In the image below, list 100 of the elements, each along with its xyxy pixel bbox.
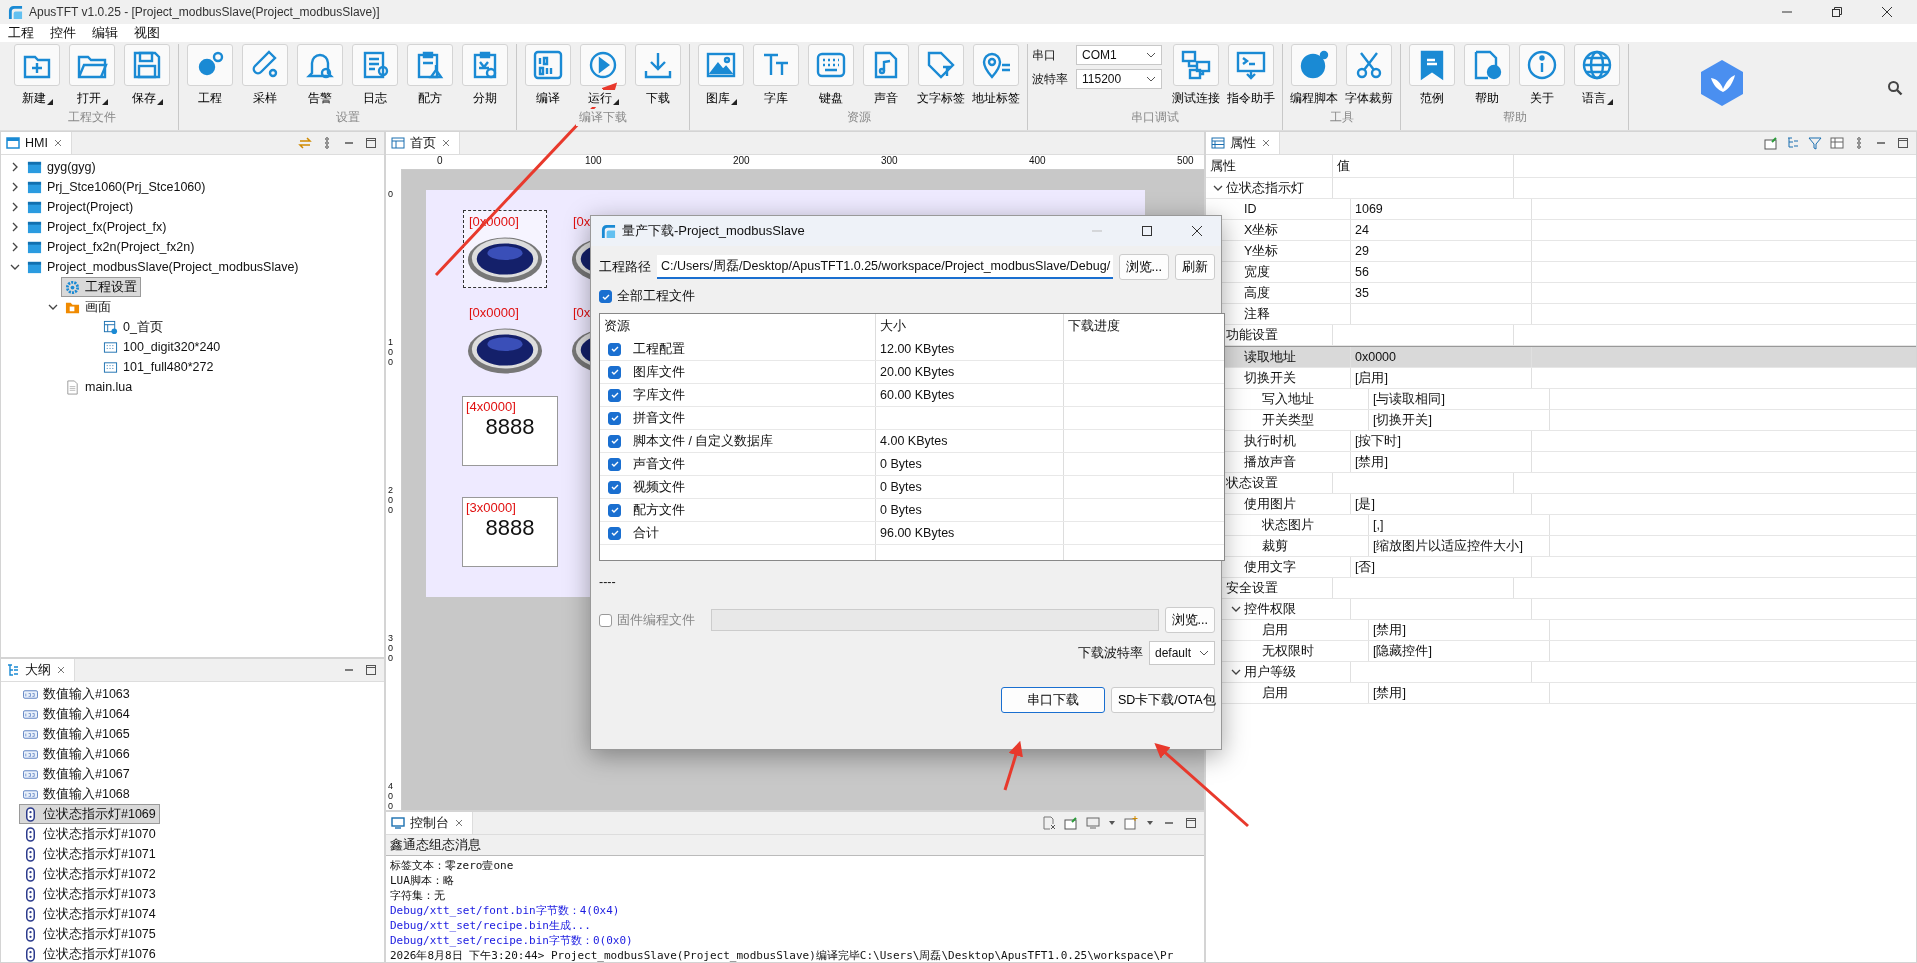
property-name: 切换开关 — [1244, 369, 1296, 387]
property-value: [与读取相同] — [1373, 390, 1445, 408]
table-cell: 图库文件 — [633, 363, 685, 381]
table-cell: 96.00 KBytes — [880, 526, 955, 540]
table-cell: 视频文件 — [633, 478, 685, 496]
field-label: 下载波特率 — [1078, 644, 1143, 662]
table-cell: 字库文件 — [633, 386, 685, 404]
property-name: 高度 — [1244, 284, 1270, 302]
property-name: 控件权限 — [1244, 600, 1296, 618]
property-name: 写入地址 — [1262, 390, 1314, 408]
property-value: [切换开关] — [1373, 411, 1432, 429]
console-line: 标签文本：零zero壹one — [390, 858, 515, 873]
property-name: 使用图片 — [1244, 495, 1296, 513]
property-name: 读取地址 — [1244, 348, 1296, 366]
column-header: 下载进度 — [1067, 317, 1121, 335]
address-label: [0x — [573, 306, 591, 320]
ruler-label: 200 — [733, 155, 750, 166]
address-label: [0x — [573, 215, 591, 229]
property-value: 56 — [1355, 265, 1369, 279]
table-cell: 0 Bytes — [880, 480, 922, 494]
property-value: 1069 — [1355, 202, 1383, 216]
property-name: 启用 — [1262, 684, 1288, 702]
ruler-label: 100 — [585, 155, 602, 166]
dialog-title: 量产下载-Project_modbusSlave — [622, 222, 805, 240]
column-header: 值 — [1333, 155, 1514, 177]
column-header: 大小 — [876, 314, 1064, 338]
property-name: 状态图片 — [1262, 516, 1314, 534]
number-value: 8888 — [484, 515, 536, 541]
ruler-label: 500 — [1177, 155, 1194, 166]
console-line: Debug/xtt_set/recipe.bin生成... — [390, 918, 592, 933]
property-value: [,] — [1373, 518, 1384, 532]
property-value: [禁用] — [1373, 621, 1406, 639]
console-line: 2026年8月8日 下午3:20:44> Project_modbusSlave(Project_modbusSlave)编译完毕C:\Users\周磊\Desktop\ApusTFT1.0.25\workspace\Pr — [390, 948, 1175, 962]
property-name: 状态设置 — [1226, 474, 1278, 492]
table-cell: 声音文件 — [633, 455, 685, 473]
property-value: [隐藏控件] — [1373, 642, 1432, 660]
console-line: LUA脚本：略 — [390, 873, 455, 888]
property-name: 功能设置 — [1226, 326, 1278, 344]
property-value: 29 — [1355, 244, 1369, 258]
property-value: 24 — [1355, 223, 1369, 237]
group-label: 编译下载 — [576, 109, 630, 126]
property-value: [按下时] — [1355, 432, 1401, 450]
property-name: 启用 — [1262, 621, 1288, 639]
property-name: 注释 — [1244, 305, 1270, 323]
property-name: 执行时机 — [1244, 432, 1296, 450]
property-name: X坐标 — [1244, 221, 1279, 239]
property-name: 裁剪 — [1262, 537, 1288, 555]
ruler-label: 100 — [388, 338, 394, 368]
property-name: Y坐标 — [1244, 242, 1279, 260]
table-cell: 0 Bytes — [880, 457, 922, 471]
checkbox-label: 全部工程文件 — [617, 288, 695, 305]
field-label: 波特率 — [1032, 70, 1069, 88]
address-label: [0x0000] — [469, 306, 519, 320]
ruler-label: 300 — [881, 155, 898, 166]
status-text: ---- — [599, 575, 617, 591]
table-cell: 拼音文件 — [633, 409, 685, 427]
property-name: 开关类型 — [1262, 411, 1314, 429]
ruler-label: 0 — [388, 190, 394, 200]
table-cell: 4.00 KBytes — [880, 434, 948, 448]
table-cell: 20.00 KBytes — [880, 365, 955, 379]
field-label: 工程路径 — [599, 258, 651, 276]
table-cell: 0 Bytes — [880, 503, 922, 517]
group-label: 工程文件 — [65, 109, 119, 126]
console-line: Debug/xtt_set/recipe.bin字节数：0(0x0) — [390, 933, 634, 948]
property-name: 播放声音 — [1244, 453, 1296, 471]
address-label: [3x0000] — [466, 500, 517, 515]
table-cell: 合计 — [633, 524, 659, 542]
ruler-label: 200 — [388, 486, 394, 516]
property-name: 用户等级 — [1244, 663, 1296, 681]
table-cell: 脚本文件 / 自定义数据库 — [633, 432, 774, 450]
ruler-label: 400 — [1029, 155, 1046, 166]
console-line: Debug/xtt_set/font.bin字节数：4(0x4) — [390, 903, 621, 918]
checkbox-label: 固件编程文件 — [617, 611, 695, 629]
ruler-label: 0 — [437, 155, 443, 166]
ruler-label: 300 — [388, 634, 394, 664]
property-value: [禁用] — [1373, 684, 1406, 702]
property-value: [禁用] — [1355, 453, 1388, 471]
ruler-label: 400 — [388, 782, 394, 812]
address-label: [4x0000] — [466, 399, 517, 414]
field-label: 串口 — [1032, 46, 1057, 64]
property-value: 0x0000 — [1355, 350, 1396, 364]
property-name: 使用文字 — [1244, 558, 1296, 576]
table-cell: 工程配置 — [633, 340, 685, 358]
property-name: ID — [1244, 202, 1257, 216]
property-name: 安全设置 — [1226, 579, 1278, 597]
number-value: 8888 — [484, 414, 536, 440]
property-name: 位状态指示灯 — [1226, 179, 1304, 197]
table-cell: 配方文件 — [633, 501, 685, 519]
column-header: 属性 — [1206, 155, 1333, 177]
column-header: 资源 — [600, 314, 876, 338]
console-header: 鑫通态组态消息 — [386, 835, 1204, 856]
window-title: ApusTFT v1.0.25 - [Project_modbusSlave(Project_modbusSlave)] — [29, 5, 380, 19]
property-value: [是] — [1355, 495, 1375, 513]
console-line: 字符集：无 — [390, 888, 446, 903]
table-cell: 60.00 KBytes — [880, 388, 955, 402]
property-name: 无权限时 — [1262, 642, 1314, 660]
property-value: [缩放图片以适应控件大小] — [1373, 537, 1523, 555]
property-value: 35 — [1355, 286, 1369, 300]
property-value: [启用] — [1355, 369, 1388, 387]
table-cell: 12.00 KBytes — [880, 342, 955, 356]
